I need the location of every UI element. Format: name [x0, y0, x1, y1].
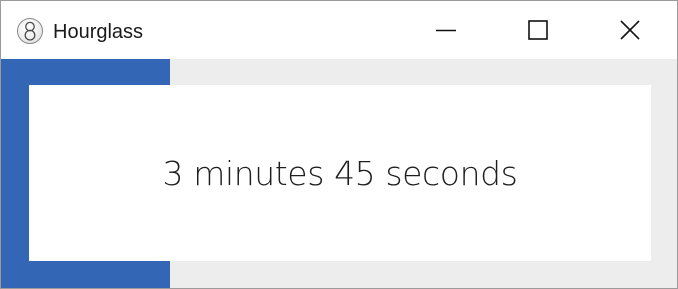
hourglass-8-icon[interactable] [17, 18, 43, 44]
close-icon [620, 20, 640, 40]
minimize-button[interactable] [400, 1, 492, 59]
maximize-icon [528, 20, 548, 40]
time-remaining-text: 3 minutes 45 seconds [162, 153, 518, 193]
maximize-button[interactable] [492, 1, 584, 59]
time-display-panel[interactable]: 3 minutes 45 seconds [29, 85, 651, 261]
minimize-icon [436, 20, 456, 40]
timer-area[interactable]: 3 minutes 45 seconds [1, 59, 677, 288]
window-title: Hourglass [53, 21, 144, 43]
title-bar[interactable]: Hourglass [1, 1, 677, 59]
close-button[interactable] [584, 1, 676, 59]
hourglass-window: Hourglass 3 minutes 45 seconds [0, 0, 678, 289]
